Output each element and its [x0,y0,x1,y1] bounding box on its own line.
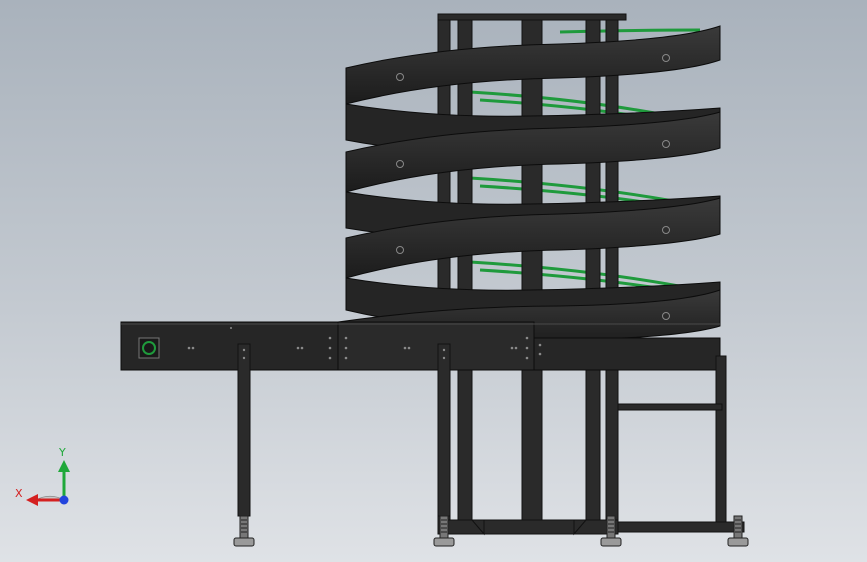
cad-3d-viewport[interactable]: Y X [0,0,867,562]
spiral-conveyor-model[interactable]: Y X [0,0,867,562]
coordinate-triad-icon: Y X [15,446,70,506]
y-axis-label: Y [58,446,66,459]
x-axis-label: X [15,487,23,500]
support-legs [237,343,745,533]
tower-frame [437,13,627,536]
